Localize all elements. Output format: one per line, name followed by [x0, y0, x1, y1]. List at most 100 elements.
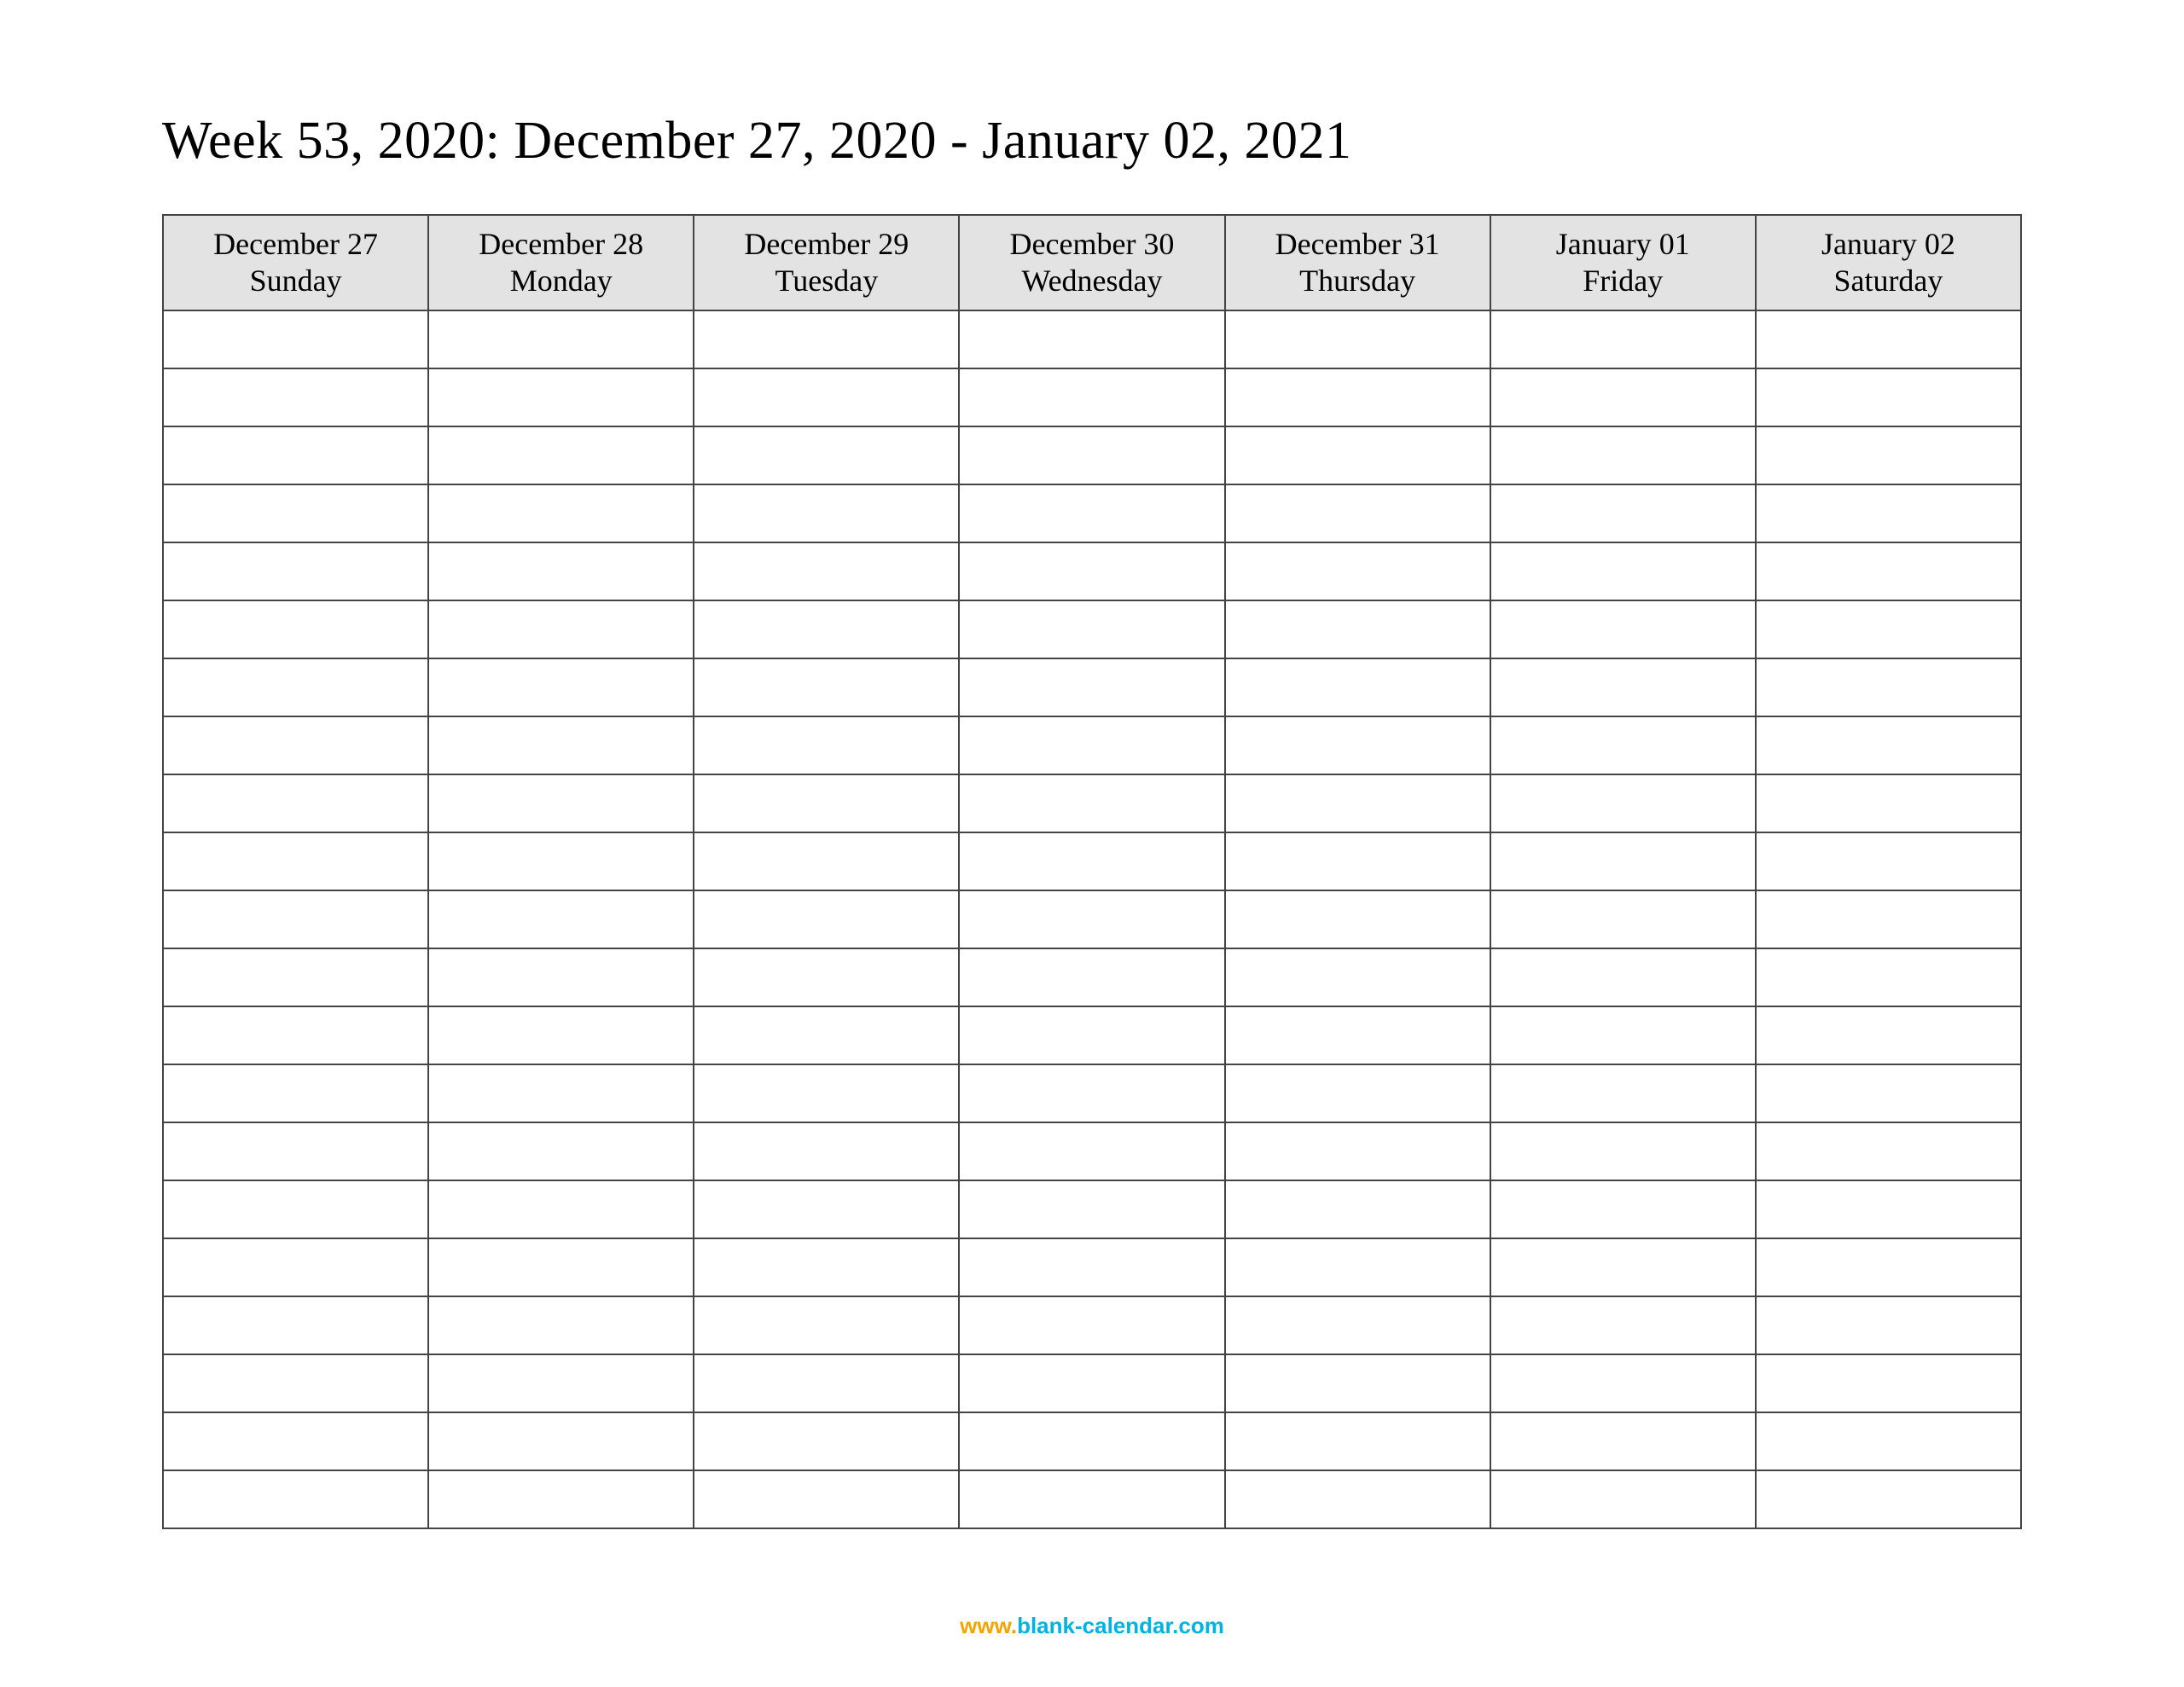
calendar-cell: [1225, 484, 1490, 542]
calendar-cell: [694, 1064, 959, 1122]
col-date: December 31: [1227, 226, 1489, 263]
calendar-cell: [1225, 1064, 1490, 1122]
calendar-cell: [428, 542, 694, 600]
calendar-cell: [694, 658, 959, 716]
calendar-cell: [1490, 368, 1756, 426]
calendar-cell: [163, 600, 428, 658]
calendar-cell: [959, 1470, 1224, 1528]
calendar-cell: [1225, 716, 1490, 774]
col-date: December 28: [430, 226, 692, 263]
calendar-cell: [1756, 658, 2021, 716]
calendar-cell: [1756, 774, 2021, 832]
calendar-cell: [1490, 1064, 1756, 1122]
col-day: Tuesday: [695, 263, 957, 299]
calendar-cell: [959, 600, 1224, 658]
calendar-cell: [428, 368, 694, 426]
calendar-cell: [1756, 1006, 2021, 1064]
calendar-cell: [959, 1122, 1224, 1180]
col-day: Friday: [1492, 263, 1754, 299]
col-date: January 01: [1492, 226, 1754, 263]
calendar-cell: [428, 600, 694, 658]
calendar-cell: [1225, 542, 1490, 600]
calendar-cell: [163, 368, 428, 426]
col-header-thursday: December 31 Thursday: [1225, 215, 1490, 310]
calendar-cell: [959, 890, 1224, 948]
col-day: Thursday: [1227, 263, 1489, 299]
calendar-cell: [1756, 368, 2021, 426]
calendar-cell: [1490, 600, 1756, 658]
calendar-cell: [428, 1006, 694, 1064]
calendar-cell: [694, 1122, 959, 1180]
calendar-cell: [428, 426, 694, 484]
calendar-cell: [1490, 426, 1756, 484]
col-date: December 29: [695, 226, 957, 263]
calendar-body: [163, 310, 2021, 1528]
calendar-cell: [959, 1180, 1224, 1238]
footer-part-b: blank-calendar.com: [1017, 1613, 1224, 1638]
calendar-cell: [959, 1064, 1224, 1122]
col-date: December 30: [961, 226, 1223, 263]
calendar-cell: [1756, 1064, 2021, 1122]
calendar-cell: [959, 368, 1224, 426]
calendar-cell: [694, 426, 959, 484]
calendar-cell: [959, 1296, 1224, 1354]
col-header-monday: December 28 Monday: [428, 215, 694, 310]
calendar-cell: [1225, 1122, 1490, 1180]
calendar-cell: [1756, 600, 2021, 658]
calendar-cell: [1490, 948, 1756, 1006]
table-row: [163, 484, 2021, 542]
calendar-cell: [694, 484, 959, 542]
table-row: [163, 716, 2021, 774]
calendar-cell: [1225, 426, 1490, 484]
table-row: [163, 948, 2021, 1006]
calendar-cell: [163, 1122, 428, 1180]
calendar-cell: [428, 716, 694, 774]
table-row: [163, 368, 2021, 426]
col-day: Saturday: [1757, 263, 2019, 299]
calendar-cell: [163, 832, 428, 890]
col-header-saturday: January 02 Saturday: [1756, 215, 2021, 310]
calendar-cell: [163, 658, 428, 716]
calendar-cell: [163, 774, 428, 832]
table-row: [163, 1412, 2021, 1470]
calendar-cell: [1490, 310, 1756, 368]
col-header-sunday: December 27 Sunday: [163, 215, 428, 310]
calendar-cell: [959, 774, 1224, 832]
calendar-cell: [1490, 1122, 1756, 1180]
calendar-cell: [1756, 1296, 2021, 1354]
calendar-cell: [1756, 484, 2021, 542]
calendar-cell: [959, 1412, 1224, 1470]
calendar-cell: [694, 1296, 959, 1354]
calendar-cell: [428, 1122, 694, 1180]
calendar-cell: [163, 1296, 428, 1354]
table-row: [163, 658, 2021, 716]
calendar-cell: [163, 1064, 428, 1122]
calendar-cell: [163, 310, 428, 368]
calendar-cell: [163, 1470, 428, 1528]
table-row: [163, 890, 2021, 948]
calendar-cell: [1756, 1122, 2021, 1180]
calendar-cell: [428, 1180, 694, 1238]
calendar-cell: [163, 542, 428, 600]
col-header-tuesday: December 29 Tuesday: [694, 215, 959, 310]
calendar-cell: [1756, 310, 2021, 368]
calendar-cell: [1225, 1354, 1490, 1412]
calendar-cell: [959, 948, 1224, 1006]
calendar-cell: [1490, 1296, 1756, 1354]
calendar-cell: [163, 716, 428, 774]
calendar-cell: [1490, 1006, 1756, 1064]
calendar-cell: [959, 716, 1224, 774]
table-row: [163, 600, 2021, 658]
table-row: [163, 1006, 2021, 1064]
calendar-cell: [1756, 716, 2021, 774]
calendar-cell: [694, 890, 959, 948]
calendar-cell: [1756, 1412, 2021, 1470]
calendar-cell: [1756, 832, 2021, 890]
calendar-cell: [694, 774, 959, 832]
calendar-cell: [1756, 948, 2021, 1006]
calendar-table: December 27 Sunday December 28 Monday De…: [162, 214, 2022, 1529]
calendar-cell: [1490, 1354, 1756, 1412]
col-header-friday: January 01 Friday: [1490, 215, 1756, 310]
table-row: [163, 832, 2021, 890]
calendar-cell: [163, 484, 428, 542]
